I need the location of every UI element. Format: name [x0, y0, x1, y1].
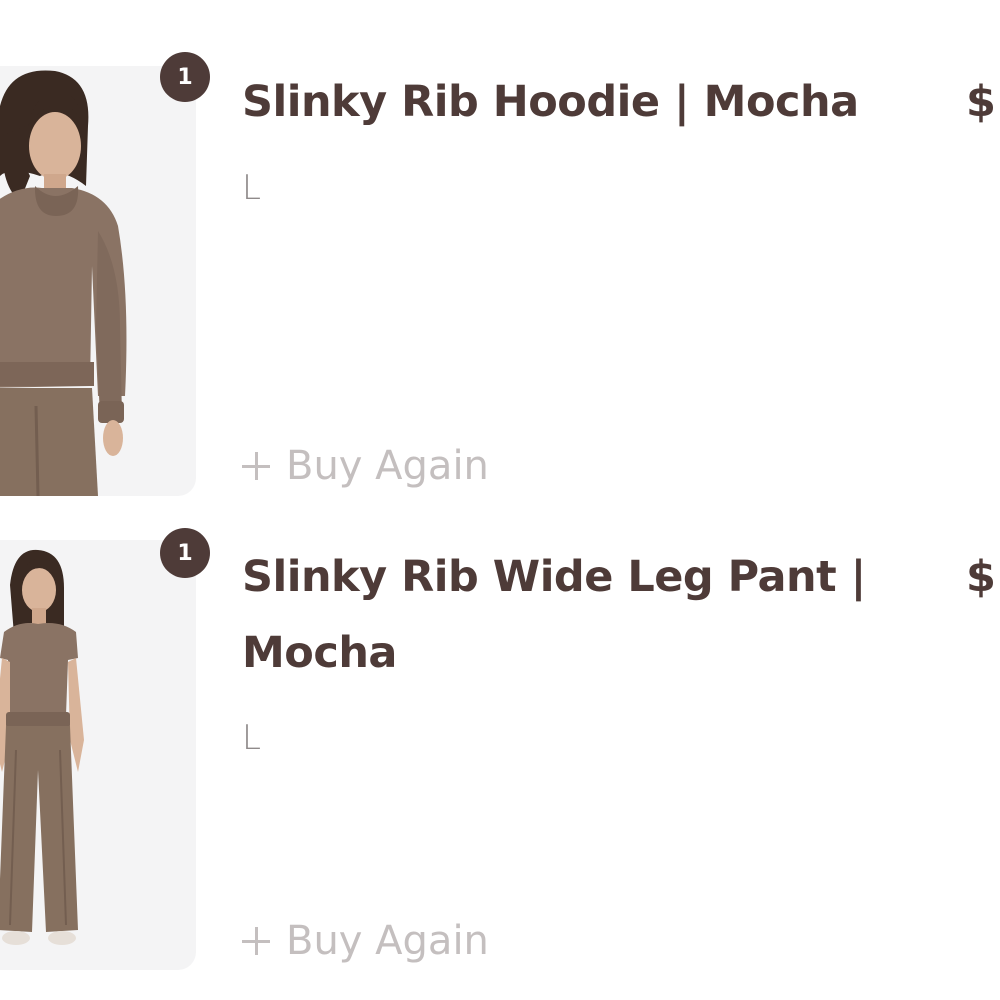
- quantity-badge: 1: [160, 528, 210, 578]
- hoodie-model-photo: [0, 70, 127, 496]
- product-title[interactable]: Slinky Rib Wide Leg Pant | Mocha: [242, 539, 932, 691]
- product-variant-size: L: [242, 168, 261, 208]
- quantity-badge: 1: [160, 52, 210, 102]
- product-title[interactable]: Slinky Rib Hoodie | Mocha: [242, 64, 922, 140]
- buy-again-button[interactable]: Buy Again: [242, 918, 489, 964]
- buy-again-label: Buy Again: [286, 918, 489, 964]
- plus-icon: [242, 927, 270, 955]
- order-items-list: 1 Slinky Rib Hoodie | Mocha $ L Buy Agai…: [0, 0, 1000, 1000]
- product-variant-size: L: [242, 718, 261, 758]
- buy-again-button[interactable]: Buy Again: [242, 443, 489, 489]
- product-image-pant[interactable]: [0, 540, 196, 970]
- buy-again-label: Buy Again: [286, 443, 489, 489]
- plus-icon: [242, 452, 270, 480]
- pant-model-photo: [0, 549, 84, 945]
- order-item: 1 Slinky Rib Wide Leg Pant | Mocha $ L B…: [0, 520, 1000, 1000]
- product-price: $: [966, 77, 996, 127]
- product-image-hoodie[interactable]: [0, 66, 196, 496]
- order-item: 1 Slinky Rib Hoodie | Mocha $ L Buy Agai…: [0, 0, 1000, 520]
- product-price: $: [966, 552, 996, 602]
